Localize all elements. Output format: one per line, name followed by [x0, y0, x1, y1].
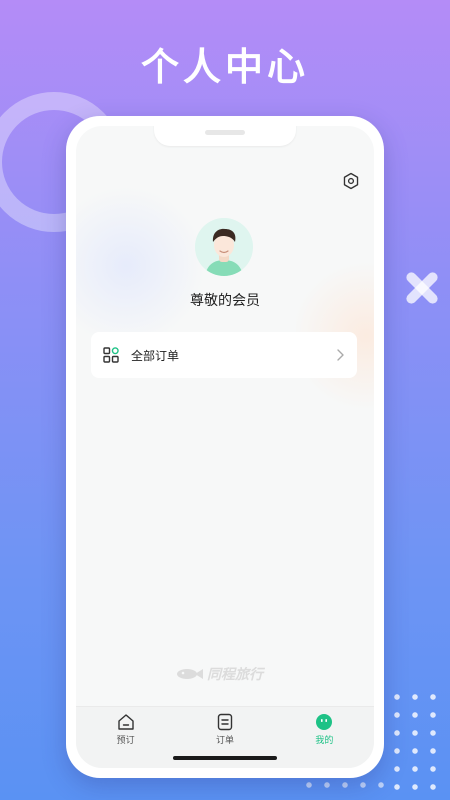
grid-apps-icon	[103, 347, 119, 363]
tab-mine[interactable]: 我的	[275, 707, 374, 768]
app-screen: 尊敬的会员 全部订单 同程旅行 预订 订单 我的	[76, 126, 374, 768]
home-indicator	[173, 756, 277, 760]
tab-booking[interactable]: 预订	[76, 707, 175, 768]
settings-button[interactable]	[340, 170, 362, 192]
speaker-grille	[205, 130, 245, 135]
phone-frame: 尊敬的会员 全部订单 同程旅行 预订 订单 我的	[66, 116, 384, 778]
user-avatar-icon[interactable]	[195, 218, 253, 276]
tab-booking-label: 预订	[116, 736, 135, 746]
brand-logo-text: 同程旅行	[207, 667, 263, 683]
all-orders-label: 全部订单	[131, 348, 180, 363]
member-name: 尊敬的会员	[190, 293, 260, 309]
tab-mine-label: 我的	[315, 736, 334, 746]
profile-face-icon	[316, 714, 333, 730]
decorative-cross-icon	[404, 270, 440, 306]
chevron-right-icon	[337, 349, 344, 361]
brand-logo: 同程旅行	[176, 664, 263, 684]
decorative-dots	[300, 776, 390, 796]
settings-gear-icon	[343, 172, 359, 190]
order-list-icon	[217, 713, 233, 731]
all-orders-entry[interactable]: 全部订单	[91, 332, 357, 378]
phone-notch	[154, 126, 296, 146]
brand-logo-mark-icon	[177, 669, 203, 679]
decorative-dots	[388, 688, 448, 798]
background-glow	[76, 186, 206, 346]
home-icon	[117, 714, 134, 730]
promo-headline: 个人中心	[140, 45, 309, 89]
tab-orders-label: 订单	[215, 736, 234, 746]
